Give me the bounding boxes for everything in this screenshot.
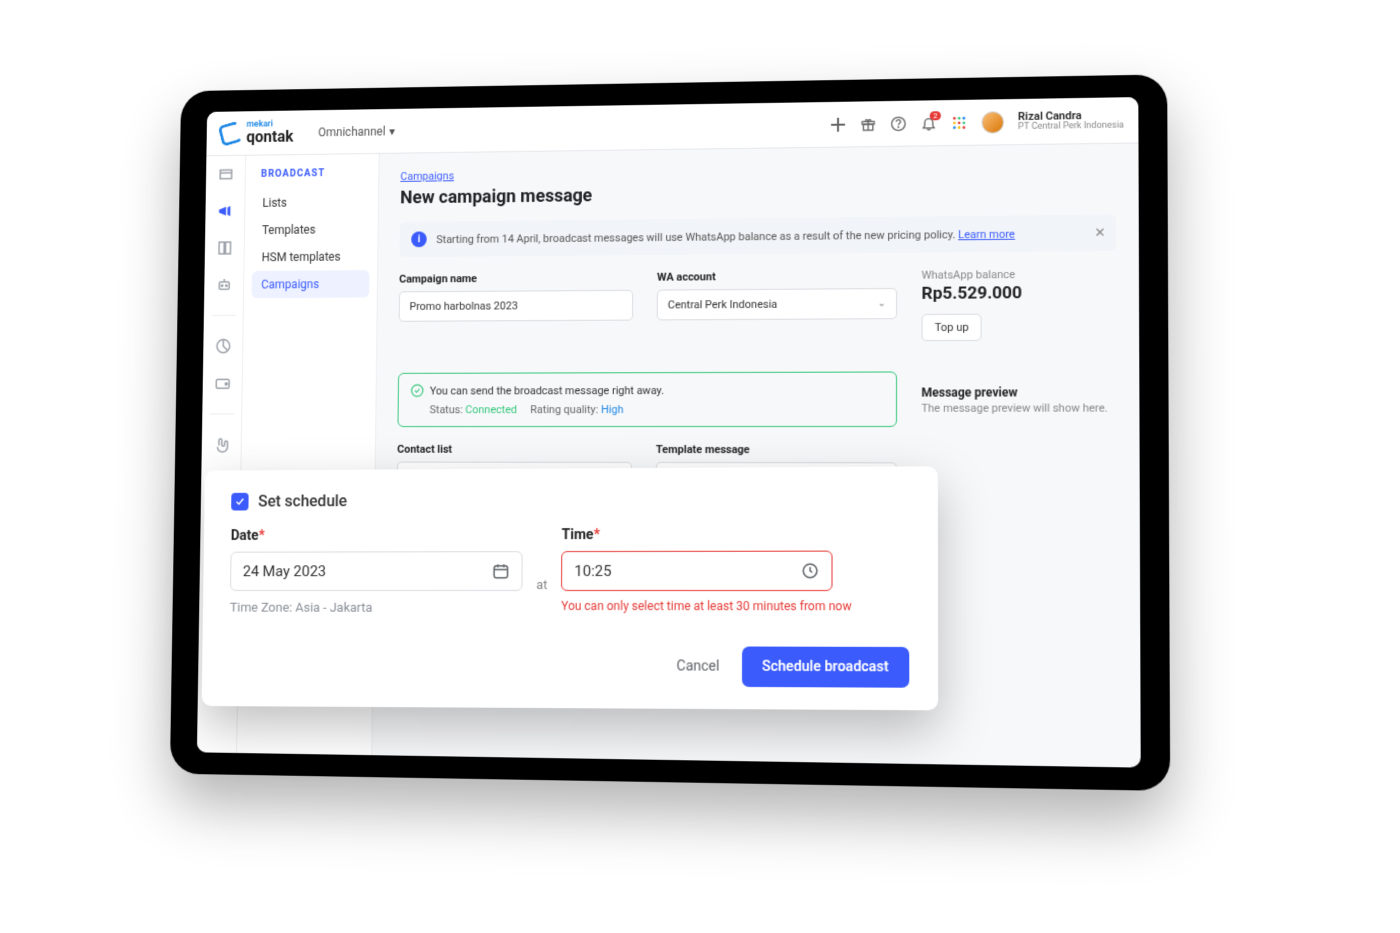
wa-account-label: WA account [657, 269, 897, 284]
user-company: PT Central Perk Indonesia [1018, 121, 1124, 132]
time-label: Time* [562, 526, 852, 543]
logo-icon [218, 120, 243, 146]
rail-robot-icon[interactable] [213, 274, 234, 296]
balance-amount: Rp5.529.000 [921, 282, 1116, 303]
user-block[interactable]: Rizal Candra PT Central Perk Indonesia [1018, 109, 1124, 133]
cancel-button[interactable]: Cancel [676, 658, 719, 674]
info-notice: i Starting from 14 April, broadcast mess… [399, 215, 1116, 258]
close-icon[interactable]: ✕ [1094, 225, 1105, 240]
rating-value: High [601, 403, 624, 416]
bell-badge: 2 [930, 111, 941, 120]
time-input[interactable]: 10:25 [561, 551, 833, 591]
wa-account-select[interactable]: Central Perk Indonesia ⌄ [657, 288, 897, 320]
schedule-title: Set schedule [258, 491, 347, 510]
date-value: 24 May 2023 [243, 562, 326, 580]
help-icon[interactable] [890, 115, 906, 131]
notice-link[interactable]: Learn more [958, 227, 1015, 241]
product-dropdown[interactable]: Omnichannel ▾ [318, 124, 395, 139]
apps-icon[interactable] [951, 114, 967, 130]
time-value: 10:25 [574, 562, 611, 580]
rail-wallet-icon[interactable] [212, 372, 233, 394]
rail-inbox-icon[interactable] [215, 164, 236, 186]
chevron-down-icon: ▾ [389, 124, 395, 138]
contact-list-label: Contact list [397, 443, 632, 456]
check-circle-icon [410, 384, 424, 398]
brand-bottom: qontak [246, 129, 293, 145]
calendar-icon [492, 562, 510, 580]
notice-text: Starting from 14 April, broadcast messag… [436, 228, 958, 246]
chevron-down-icon: ⌄ [878, 298, 887, 309]
gift-icon[interactable] [860, 116, 876, 132]
date-input[interactable]: 24 May 2023 [230, 551, 523, 591]
timezone-text: Time Zone: Asia - Jakarta [230, 601, 523, 616]
page-title: New campaign message [400, 179, 1116, 208]
sidebar-item-templates[interactable]: Templates [252, 215, 370, 243]
preview-title: Message preview [921, 385, 1116, 400]
sidebar-item-campaigns[interactable]: Campaigns [252, 270, 370, 298]
status-value: Connected [465, 403, 517, 416]
template-label: Template message [656, 443, 897, 456]
rail-book-icon[interactable] [214, 237, 235, 259]
avatar[interactable] [981, 111, 1003, 133]
schedule-popover: Set schedule Date* 24 May 2023 Time Zone… [202, 466, 939, 710]
topbar-actions: 2 Rizal Candra PT Central Perk Indonesia [830, 109, 1124, 135]
sidebar-item-lists[interactable]: Lists [253, 188, 371, 217]
time-error: You can only select time at least 30 min… [561, 599, 851, 613]
sidebar-heading: BROADCAST [253, 164, 371, 190]
rail-hand-icon[interactable] [211, 434, 232, 456]
campaign-name-input[interactable]: Promo harbolnas 2023 [399, 290, 634, 322]
bell-icon[interactable]: 2 [920, 115, 936, 131]
date-label: Date* [231, 527, 523, 544]
topup-button[interactable]: Top up [921, 314, 982, 342]
balance-label: WhatsApp balance [922, 267, 1117, 282]
at-text: at [536, 578, 547, 593]
schedule-checkbox[interactable] [231, 492, 249, 510]
plus-icon[interactable] [830, 116, 846, 132]
rail-megaphone-icon[interactable] [214, 200, 235, 222]
campaign-name-label: Campaign name [399, 271, 633, 286]
status-box: You can send the broadcast message right… [397, 371, 897, 427]
brand-logo[interactable]: mekari qontak [220, 120, 294, 145]
status-message: You can send the broadcast message right… [430, 384, 664, 397]
breadcrumb[interactable]: Campaigns [400, 169, 454, 182]
rail-chart-icon[interactable] [212, 335, 233, 357]
schedule-broadcast-button[interactable]: Schedule broadcast [742, 646, 910, 687]
product-dropdown-label: Omnichannel [318, 124, 385, 139]
info-icon: i [411, 231, 427, 247]
sidebar-item-hsm[interactable]: HSM templates [252, 243, 370, 271]
preview-subtext: The message preview will show here. [921, 401, 1116, 414]
clock-icon [801, 562, 819, 580]
